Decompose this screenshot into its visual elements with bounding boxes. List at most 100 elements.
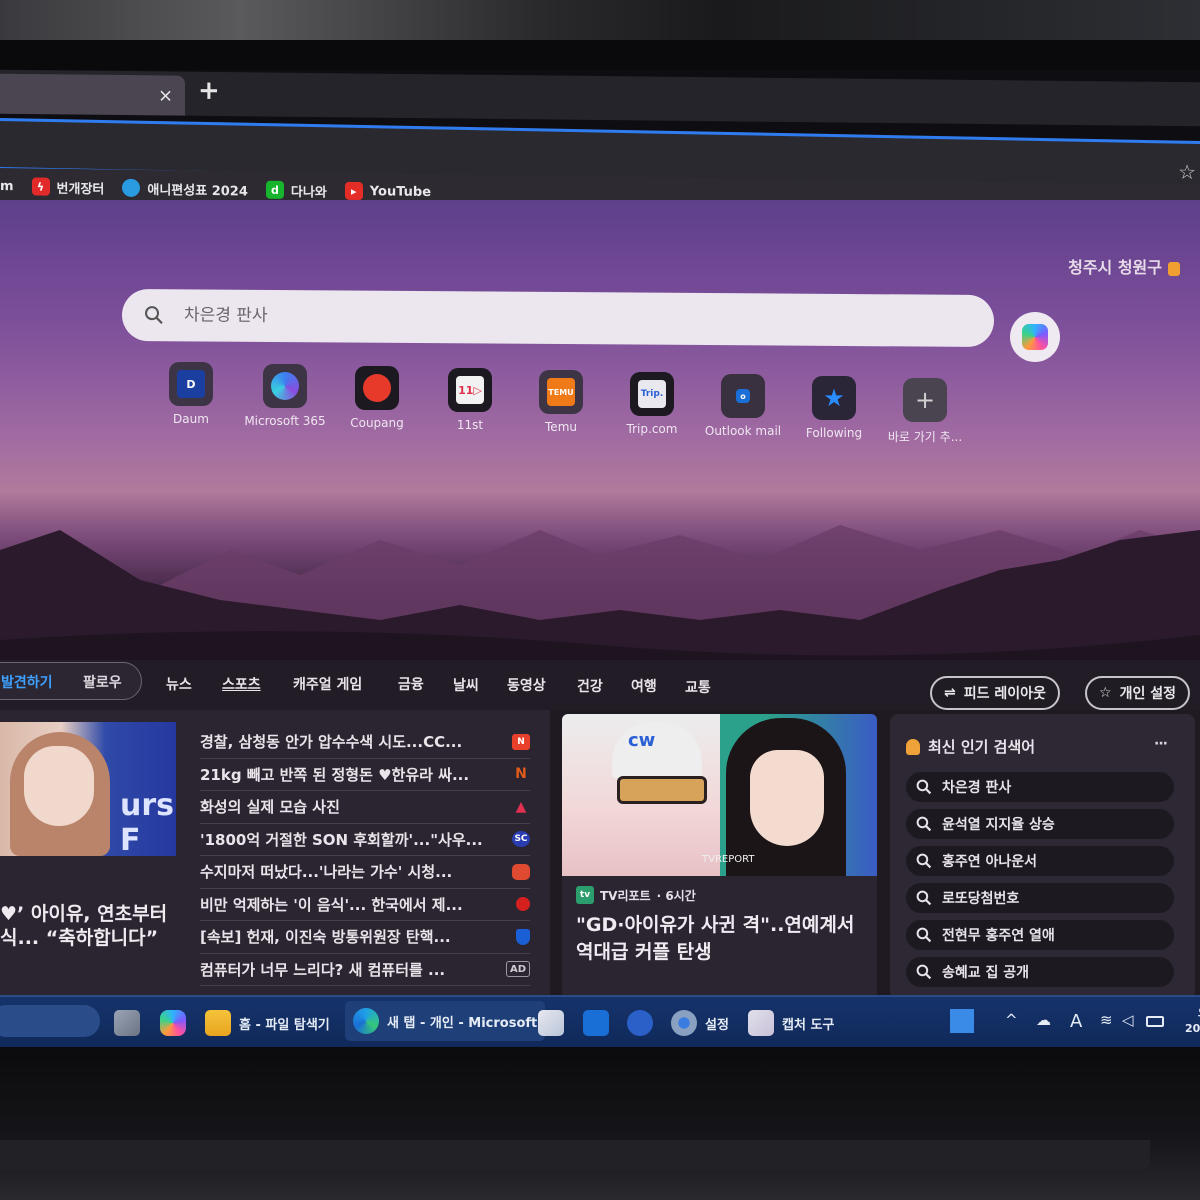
headline-item[interactable]: 컴퓨터가 너무 느리다? 새 컴퓨터를 ... AD <box>200 954 530 986</box>
bookmark-youtube[interactable]: ▸ YouTube <box>344 181 431 201</box>
tab-weather[interactable]: 날씨 <box>453 675 479 695</box>
quick-link-temu[interactable]: TEMU Temu <box>516 370 606 434</box>
temu-icon: TEMU <box>547 378 575 406</box>
discover-tab[interactable]: 발견하기 <box>1 672 53 692</box>
snipping-tool-button[interactable]: 캡처 도구 <box>748 1007 834 1039</box>
bookmark-danawa[interactable]: d 다나와 <box>265 180 327 200</box>
close-tab-icon[interactable]: × <box>158 85 173 106</box>
headline-item[interactable]: 경찰, 삼청동 안가 압수수색 시도...CC... N <box>200 726 530 759</box>
add-shortcut-button[interactable]: + 바로 가기 추... <box>880 378 970 445</box>
tab-video[interactable]: 동영상 <box>507 675 546 695</box>
browser-tab[interactable]: × <box>0 73 185 116</box>
settings-button[interactable]: 설정 <box>671 1007 729 1039</box>
outlook-icon <box>583 1010 609 1036</box>
tab-sports[interactable]: 스포츠 <box>222 674 261 694</box>
windows-taskbar: 홈 - 파일 탐색기 새 탭 - 개인 - Microsoft 설정 캡처 도구… <box>0 995 1200 1047</box>
file-explorer-button[interactable]: 홈 - 파일 탐색기 <box>205 1007 330 1039</box>
feed-layout-button[interactable]: ⇌ 피드 레이아웃 <box>930 676 1060 710</box>
copilot-button[interactable] <box>1010 312 1060 362</box>
lead-story-title[interactable]: ♥’ 아이유, 연초부터 식... “축하합니다” <box>0 902 190 950</box>
top-stories-card: urs F ♥’ 아이유, 연초부터 식... “축하합니다” 경찰, 삼청동 … <box>0 710 550 1000</box>
trending-item[interactable]: 로또당첨번호 <box>906 883 1174 913</box>
flame-icon <box>906 738 920 755</box>
monitor-bezel-bottom <box>0 1047 1200 1200</box>
quick-link-11st[interactable]: 11▷ 11st <box>425 368 515 432</box>
tab-casual-games[interactable]: 캐주얼 게임 <box>293 674 362 694</box>
weather-icon <box>1168 261 1180 276</box>
danawa-icon: d <box>265 180 284 199</box>
task-view-button[interactable] <box>114 1007 140 1039</box>
bookmark-partial[interactable]: m <box>0 179 14 194</box>
new-tab-button[interactable]: + <box>198 76 220 106</box>
outlook-icon: o <box>736 389 750 403</box>
headline-item[interactable]: 비만 억제하는 '이 음식'... 한국에서 제... <box>200 889 530 921</box>
trending-item[interactable]: 전현무 홍주연 열애 <box>906 920 1174 950</box>
store-button[interactable] <box>538 1007 564 1039</box>
microsoft-365-icon <box>271 372 299 400</box>
volume-icon[interactable]: ◁ <box>1122 1011 1134 1029</box>
trip-icon: Trip. <box>638 380 666 408</box>
settings-app-button[interactable] <box>627 1007 653 1039</box>
favorite-star-icon[interactable]: ☆ <box>1178 160 1196 184</box>
cloud-offline-icon[interactable]: ☁ <box>1036 1011 1051 1029</box>
trending-item[interactable]: 차은경 판사 <box>906 772 1174 802</box>
gear-icon <box>627 1010 653 1036</box>
trending-header: 최신 인기 검색어 <box>906 736 1035 757</box>
headline-item[interactable]: 화성의 실제 모습 사진 ▲ <box>200 791 530 824</box>
headline-item[interactable]: 21kg 빼고 반쪽 된 정형돈 ♥한유라 싸... N <box>200 759 530 791</box>
ime-indicator[interactable]: A <box>1070 1011 1082 1032</box>
star-icon: ★ <box>823 384 845 412</box>
headline-item[interactable]: [속보] 헌재, 이진숙 방통위원장 탄핵... <box>200 921 530 954</box>
store-icon <box>538 1010 564 1036</box>
widgets-button[interactable] <box>0 1005 100 1037</box>
copilot-taskbar-button[interactable] <box>160 1007 186 1039</box>
tab-finance[interactable]: 금융 <box>398 674 424 694</box>
gear-icon <box>671 1010 697 1036</box>
weather-location[interactable]: 청주시 청원구 <box>1068 254 1180 278</box>
app-tray-icon[interactable] <box>950 1009 974 1033</box>
source-logo-icon <box>512 863 530 880</box>
wifi-icon[interactable]: ≋ <box>1100 1011 1113 1029</box>
anime-schedule-icon <box>122 178 141 197</box>
youtube-icon: ▸ <box>344 181 363 201</box>
tab-news[interactable]: 뉴스 <box>166 674 192 694</box>
search-icon <box>916 853 932 869</box>
personalize-button[interactable]: ☆ 개인 설정 <box>1085 676 1190 710</box>
task-view-icon <box>114 1010 140 1036</box>
trending-item[interactable]: 윤석열 지지율 상승 <box>906 809 1174 839</box>
battery-icon[interactable] <box>1146 1016 1164 1027</box>
show-hidden-icons-chevron-icon[interactable]: ^ <box>1005 1011 1018 1029</box>
featured-story-image: cw TVREPORT <box>562 714 877 876</box>
quick-link-outlook[interactable]: o Outlook mail <box>698 374 788 438</box>
quick-link-trip[interactable]: Trip. Trip.com <box>607 372 697 436</box>
bunjang-icon: ϟ <box>31 177 50 196</box>
search-input[interactable] <box>183 305 885 331</box>
tab-health[interactable]: 건강 <box>577 676 603 696</box>
tab-travel[interactable]: 여행 <box>631 676 657 696</box>
edge-icon <box>353 1008 379 1034</box>
featured-story-card[interactable]: cw TVREPORT tv TV리포트 · 6시간 "GD·아이유가 사귄 격… <box>562 714 877 1000</box>
copilot-icon <box>1022 324 1048 350</box>
quick-link-coupang[interactable]: Coupang <box>332 366 422 430</box>
quick-link-daum[interactable]: D Daum <box>146 362 236 426</box>
trending-item[interactable]: 홍주연 아나운서 <box>906 846 1174 876</box>
web-search-box[interactable] <box>121 288 995 348</box>
bookmark-bunjang[interactable]: ϟ 번개장터 <box>31 177 104 197</box>
news-feed: urs F ♥’ 아이유, 연초부터 식... “축하합니다” 경찰, 삼청동 … <box>0 710 1200 1000</box>
lead-story-image[interactable]: urs F <box>0 722 176 856</box>
quick-link-following[interactable]: ★ Following <box>789 376 879 440</box>
tab-transport[interactable]: 교통 <box>685 677 711 697</box>
headline-item[interactable]: '1800억 거절한 SON 후회할까'..."사우... SC <box>200 824 530 856</box>
more-options-button[interactable]: ··· <box>1154 736 1168 752</box>
trending-item[interactable]: 송혜교 집 공개 <box>906 957 1174 987</box>
star-outline-icon: ☆ <box>1099 685 1112 701</box>
system-clock[interactable]: 오 202 <box>1185 1005 1200 1037</box>
outlook-button[interactable] <box>583 1007 609 1039</box>
source-logo-icon: SC <box>512 831 530 848</box>
headline-item[interactable]: 수지마저 떠났다...'나라는 가수' 시청... <box>200 856 530 889</box>
quick-link-microsoft-365[interactable]: Microsoft 365 <box>240 364 330 428</box>
copilot-icon <box>160 1010 186 1036</box>
following-tab[interactable]: 팔로우 <box>83 672 122 692</box>
bookmark-anime-schedule[interactable]: 애니편성표 2024 <box>122 178 248 199</box>
edge-button[interactable]: 새 탭 - 개인 - Microsoft <box>345 1001 546 1041</box>
